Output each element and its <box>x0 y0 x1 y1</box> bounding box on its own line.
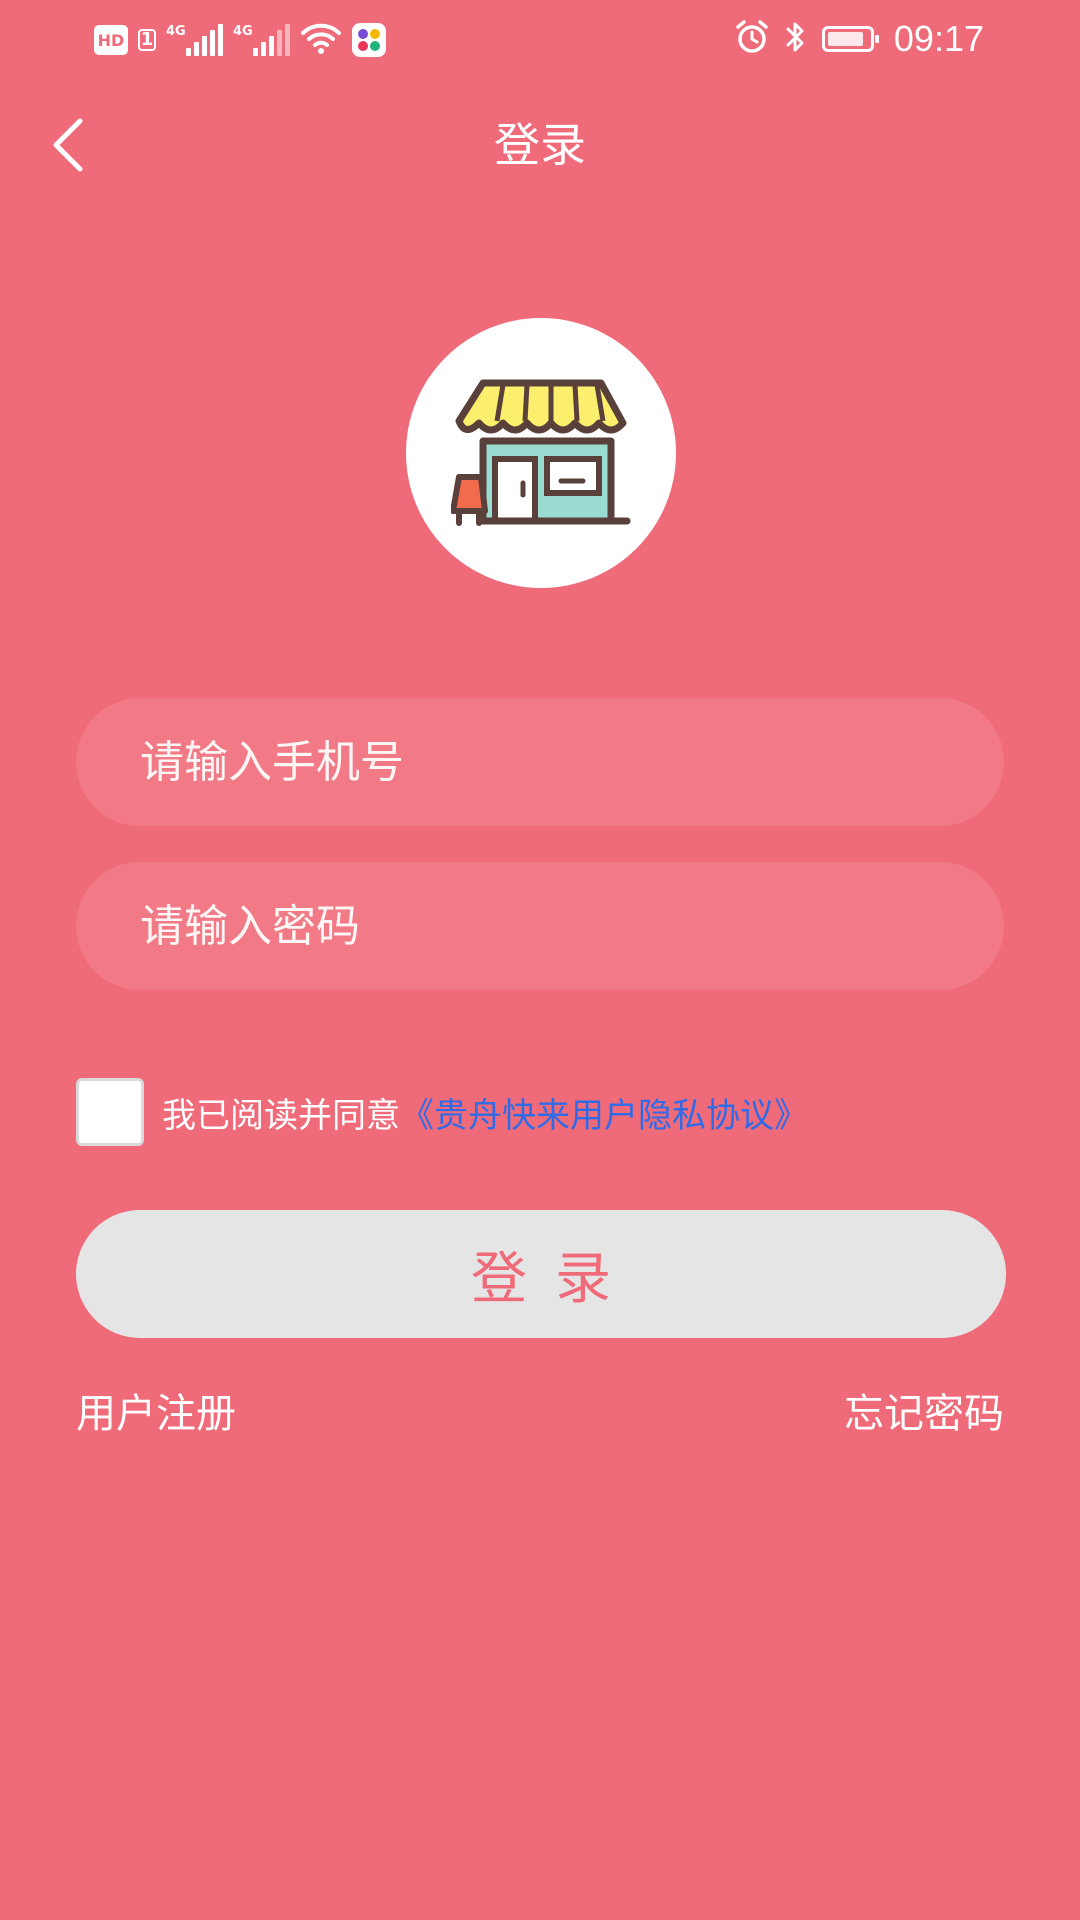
wifi-icon <box>300 21 342 59</box>
clock: 09:17 <box>893 18 984 59</box>
bluetooth-icon <box>784 19 808 59</box>
battery-icon <box>821 26 879 52</box>
agree-checkbox[interactable] <box>76 1078 144 1146</box>
forgot-password-link[interactable]: 忘记密码 <box>844 1384 1004 1444</box>
network-type: 4G <box>233 24 253 39</box>
phone-field-container <box>76 698 1004 826</box>
app-logo <box>406 318 676 588</box>
signal-icon: 4G <box>233 24 290 56</box>
signal-icon: 4G <box>166 24 223 56</box>
app-notification-icon <box>352 23 386 57</box>
password-input[interactable] <box>76 862 1004 990</box>
alarm-icon <box>734 19 770 59</box>
page-title: 登录 <box>494 118 586 172</box>
agree-text: 我已阅读并同意 <box>162 1095 400 1136</box>
network-type: 4G <box>166 24 186 39</box>
login-button[interactable]: 登录 <box>76 1210 1006 1338</box>
register-link[interactable]: 用户注册 <box>76 1384 236 1444</box>
password-field-container <box>76 862 1004 990</box>
privacy-policy-link[interactable]: 《贵舟快来用户隐私协议》 <box>400 1088 808 1137</box>
phone-input[interactable] <box>76 698 1004 826</box>
status-right: 09:17 <box>734 16 984 62</box>
storefront-icon <box>450 371 631 535</box>
privacy-agreement-row: 我已阅读并同意 《贵舟快来用户隐私协议》 <box>76 1076 808 1148</box>
hd-icon: HD <box>94 25 128 55</box>
status-left: HD 1 4G 4G <box>94 18 386 62</box>
status-bar: HD 1 4G 4G 09:17 <box>0 0 1080 80</box>
sim-number: 1 <box>138 29 156 51</box>
